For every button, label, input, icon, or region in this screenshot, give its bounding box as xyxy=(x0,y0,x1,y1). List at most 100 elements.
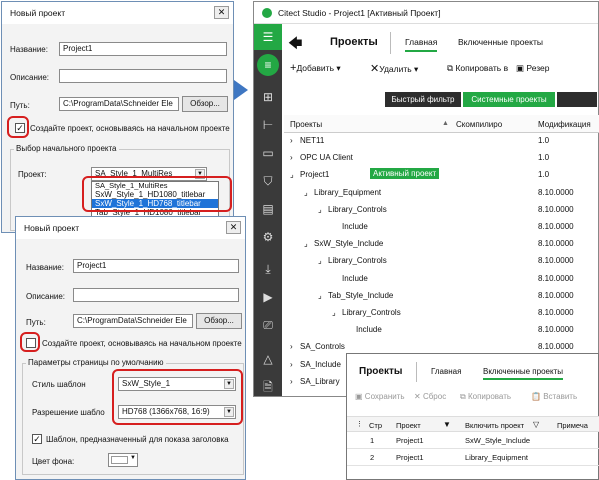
row-include-project: Library_Equipment xyxy=(465,453,528,462)
tree-row-name: OPC UA Client xyxy=(300,153,353,163)
tree-row-version: 1.0 xyxy=(538,170,550,180)
reserve-icon: ▣ xyxy=(516,63,525,73)
shield-icon[interactable]: ⛉ xyxy=(254,168,282,194)
active-project-badge: Активный проект xyxy=(370,168,440,180)
table-row[interactable]: 1 Project1 SxW_Style_Include xyxy=(347,432,599,449)
collapse-icon[interactable]: ⌟ xyxy=(332,308,336,317)
red-highlight-dropdown xyxy=(82,176,232,212)
browse-button[interactable]: Обзор... xyxy=(196,313,242,329)
menu-icon[interactable]: ☰ xyxy=(254,24,282,50)
save-label: Сохранить xyxy=(364,392,405,401)
table-row[interactable]: 2 Project1 Library_Equipment xyxy=(347,449,599,466)
arrow-right-icon xyxy=(234,80,248,100)
monitor-icon[interactable]: ▭ xyxy=(254,140,282,166)
row-include-project: SxW_Style_Include xyxy=(465,436,531,445)
collapse-icon[interactable]: ⌟ xyxy=(318,205,322,214)
citect-studio-window: Citect Studio - Project1 [Активный Проек… xyxy=(253,1,599,397)
tree-row[interactable]: Include 8.10.0000 xyxy=(284,271,599,288)
red-highlight-checkbox xyxy=(20,332,40,352)
grid-header: Проекты ▲ Скомпилиро Модификация xyxy=(284,115,599,133)
path-input[interactable]: C:\ProgramData\Schneider Ele xyxy=(73,314,193,328)
name-input[interactable]: Project1 xyxy=(59,42,227,56)
collapse-icon[interactable]: ⌟ xyxy=(318,256,322,265)
screen-icon[interactable]: ⎚ xyxy=(254,312,282,338)
tree-row[interactable]: ⌟ Project1 Активный проект 1.0 xyxy=(284,167,599,184)
filter-icon[interactable]: ▼ xyxy=(443,420,451,429)
close-button[interactable]: ✕ xyxy=(214,6,229,19)
collapse-icon[interactable]: ⌟ xyxy=(290,170,294,179)
chevron-right-icon[interactable]: › xyxy=(290,342,293,351)
save-button[interactable]: ▣ Сохранить xyxy=(355,392,405,401)
tab-included-projects[interactable]: Включенные проекты xyxy=(483,367,563,380)
reset-label: Сброс xyxy=(422,392,447,401)
name-label: Название: xyxy=(26,263,64,272)
file-icon[interactable]: 🗎 xyxy=(254,374,282,400)
tree-row[interactable]: Include 8.10.0000 xyxy=(284,219,599,236)
tree-row-version: 8.10.0000 xyxy=(538,187,574,197)
collapse-icon[interactable]: ⌟ xyxy=(318,291,322,300)
add-button[interactable]: +Добавить ▾ xyxy=(290,62,341,74)
name-input[interactable]: Project1 xyxy=(73,259,239,273)
filter-icon[interactable]: ▽ xyxy=(533,420,539,429)
tree-icon[interactable]: ⊢ xyxy=(254,112,282,138)
chevron-right-icon[interactable]: › xyxy=(290,136,293,145)
hierarchy-icon[interactable]: ⊞ xyxy=(254,84,282,110)
tab-main[interactable]: Главная xyxy=(405,37,438,52)
copy-label: Копировать xyxy=(467,392,512,401)
tree-row[interactable]: › OPC UA Client 1.0 xyxy=(284,150,599,167)
chevron-right-icon[interactable]: › xyxy=(290,153,293,162)
tree-row[interactable]: ⌟ SxW_Style_Include 8.10.0000 xyxy=(284,236,599,253)
reset-button[interactable]: ✕ Сброс xyxy=(414,392,446,401)
download-icon[interactable]: ⤓ xyxy=(254,256,282,282)
shapes-icon[interactable]: △ xyxy=(254,346,282,372)
description-input[interactable] xyxy=(73,288,239,302)
copy-to-button[interactable]: ⧉ Копировать в xyxy=(447,63,508,74)
browse-button[interactable]: Обзор... xyxy=(182,96,228,112)
tree-row-version: 1.0 xyxy=(538,153,550,163)
paste-button[interactable]: 📋 Вставить xyxy=(531,392,577,401)
chevron-down-icon[interactable]: ▼ xyxy=(130,455,136,461)
filter-bar-extension xyxy=(557,92,597,107)
collapse-icon[interactable]: ⌟ xyxy=(304,239,308,248)
column-compiled[interactable]: Скомпилиро xyxy=(456,120,502,129)
database-icon[interactable]: ≡ xyxy=(257,54,279,76)
path-input[interactable]: C:\ProgramData\Schneider Ele xyxy=(59,97,179,111)
row-number: 1 xyxy=(370,436,375,445)
description-input[interactable] xyxy=(59,69,227,83)
copy-button-label: Копировать в xyxy=(455,63,509,73)
tree-row[interactable]: ⌟ Tab_Style_Include 8.10.0000 xyxy=(284,288,599,305)
gear-icon[interactable]: ⚙ xyxy=(254,224,282,250)
column-project[interactable]: Проект xyxy=(396,421,421,430)
chevron-right-icon[interactable]: › xyxy=(290,377,293,386)
back-arrow-icon[interactable]: 🡄 xyxy=(288,33,302,57)
column-modified[interactable]: Модификация xyxy=(538,120,591,129)
column-include-project[interactable]: Включить проект xyxy=(465,421,524,430)
tree-row[interactable]: › NET11 1.0 xyxy=(284,133,599,150)
new-project-dialog-1: Новый проект ✕ Название: Project1 Описан… xyxy=(1,1,234,233)
reserve-button[interactable]: ▣ Резер xyxy=(516,63,550,74)
collapse-icon[interactable]: ⌟ xyxy=(304,188,308,197)
column-note[interactable]: Примеча xyxy=(557,421,588,430)
column-projects[interactable]: Проекты xyxy=(290,120,322,129)
delete-button[interactable]: ✕Удалить ▾ xyxy=(370,62,418,75)
chevron-right-icon[interactable]: › xyxy=(290,360,293,369)
tree-row-name: Library_Equipment xyxy=(314,187,382,197)
tab-main[interactable]: Главная xyxy=(431,367,461,376)
tree-row[interactable]: ⌟ Library_Controls 8.10.0000 xyxy=(284,305,599,322)
tree-row[interactable]: ⌟ Library_Controls 8.10.0000 xyxy=(284,202,599,219)
titlebar-template-checkbox[interactable]: ✓ xyxy=(32,434,42,444)
document-icon[interactable]: ▤ xyxy=(254,196,282,222)
column-num[interactable]: Стр xyxy=(369,421,382,430)
tree-row[interactable]: ⌟ Library_Equipment 8.10.0000 xyxy=(284,185,599,202)
tree-row[interactable]: ⌟ Library_Controls 8.10.0000 xyxy=(284,253,599,270)
system-projects-button[interactable]: Системные проекты xyxy=(463,92,555,107)
quick-filter-button[interactable]: Быстрый фильтр xyxy=(385,92,461,107)
tree-row-name: Include xyxy=(342,222,368,231)
tab-included-projects[interactable]: Включенные проекты xyxy=(458,37,543,47)
close-button[interactable]: ✕ xyxy=(226,221,241,234)
color-picker[interactable]: ▼ xyxy=(108,453,138,467)
x-icon: ✕ xyxy=(414,392,421,401)
play-icon[interactable]: ▶ xyxy=(254,284,282,310)
tree-row[interactable]: Include 8.10.0000 xyxy=(284,322,599,339)
copy-button[interactable]: ⧉ Копировать xyxy=(460,392,511,402)
